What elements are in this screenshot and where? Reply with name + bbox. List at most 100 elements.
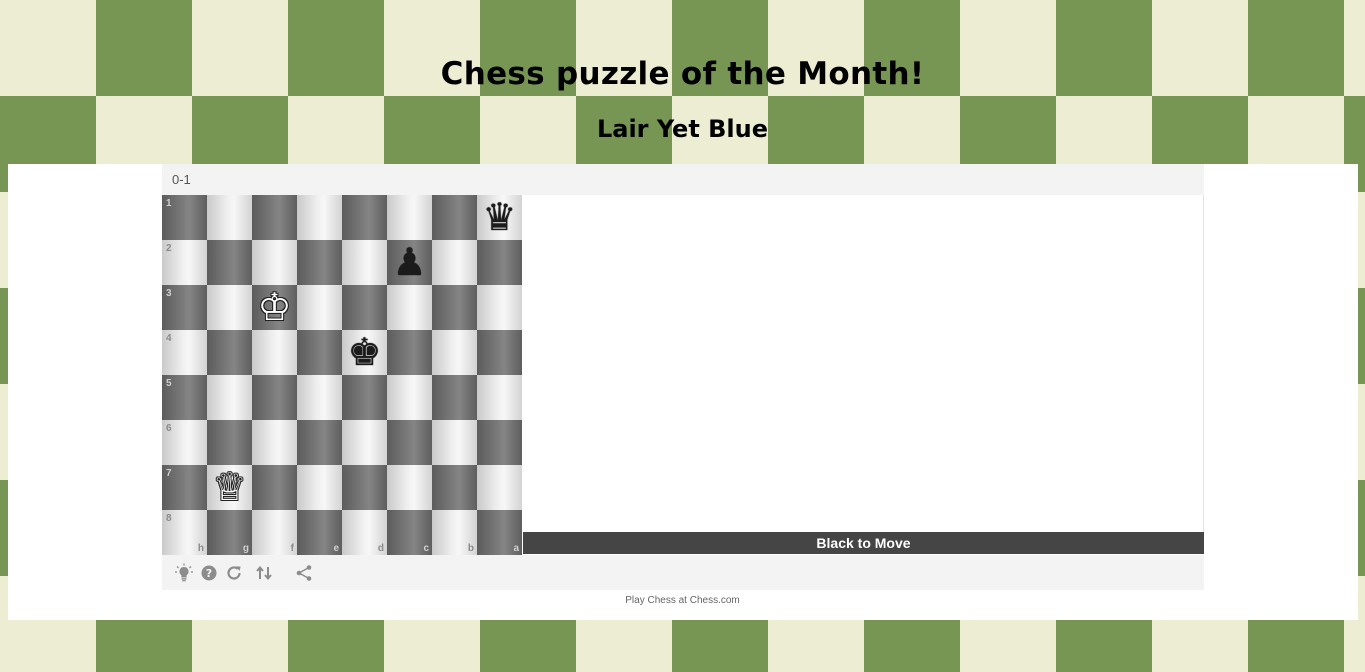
rank-label: 1	[166, 198, 172, 209]
square-g3[interactable]	[207, 285, 252, 330]
square-g2[interactable]	[207, 240, 252, 285]
square-d3[interactable]	[342, 285, 387, 330]
square-b4[interactable]	[432, 330, 477, 375]
chess-board[interactable]: 1 ♛ 2 ♟ 3 ♔ 4 ♚ 5 6 7 ♕ 8 h g f e d c b a	[162, 195, 522, 555]
chess-puzzle-widget: 0-1 1 ♛ 2 ♟ 3 ♔ 4 ♚ 5 6 7 ♕ 8 h g f e d c b a Black to Move …	[162, 164, 1204, 590]
square-e7[interactable]	[297, 465, 342, 510]
square-d7[interactable]	[342, 465, 387, 510]
square-f7[interactable]	[252, 465, 297, 510]
square-a7[interactable]	[477, 465, 522, 510]
square-e3[interactable]	[297, 285, 342, 330]
square-e5[interactable]	[297, 375, 342, 420]
square-c7[interactable]	[387, 465, 432, 510]
square-e1[interactable]	[297, 195, 342, 240]
square-f6[interactable]	[252, 420, 297, 465]
square-e6[interactable]	[297, 420, 342, 465]
square-f4[interactable]	[252, 330, 297, 375]
lightbulb-icon[interactable]	[174, 563, 194, 583]
square-c5[interactable]	[387, 375, 432, 420]
rank-label: 7	[166, 468, 172, 479]
rank-label: 2	[166, 243, 172, 254]
square-a8[interactable]: a	[477, 510, 522, 555]
square-h3[interactable]: 3	[162, 285, 207, 330]
flip-board-icon[interactable]	[254, 563, 274, 583]
widget-toolbar: ?	[162, 555, 1204, 590]
square-d6[interactable]	[342, 420, 387, 465]
square-f3[interactable]: ♔	[252, 285, 297, 330]
square-h7[interactable]: 7	[162, 465, 207, 510]
move-list	[522, 195, 1204, 532]
rank-label: 6	[166, 423, 172, 434]
square-h4[interactable]: 4	[162, 330, 207, 375]
file-label: h	[197, 543, 204, 554]
help-icon[interactable]: ?	[199, 563, 219, 583]
white-queen-icon[interactable]: ♕	[207, 465, 252, 510]
square-h2[interactable]: 2	[162, 240, 207, 285]
square-g1[interactable]	[207, 195, 252, 240]
square-f1[interactable]	[252, 195, 297, 240]
widget-header: 0-1	[162, 164, 1204, 196]
square-e8[interactable]: e	[297, 510, 342, 555]
square-b1[interactable]	[432, 195, 477, 240]
square-d2[interactable]	[342, 240, 387, 285]
square-b8[interactable]: b	[432, 510, 477, 555]
file-label: f	[290, 543, 294, 554]
square-e2[interactable]	[297, 240, 342, 285]
rank-label: 5	[166, 378, 172, 389]
square-f8[interactable]: f	[252, 510, 297, 555]
square-a3[interactable]	[477, 285, 522, 330]
square-g8[interactable]: g	[207, 510, 252, 555]
square-g6[interactable]	[207, 420, 252, 465]
black-queen-icon[interactable]: ♛	[477, 195, 522, 240]
share-icon[interactable]	[294, 563, 314, 583]
square-h6[interactable]: 6	[162, 420, 207, 465]
square-h1[interactable]: 1	[162, 195, 207, 240]
square-b5[interactable]	[432, 375, 477, 420]
square-d4[interactable]: ♚	[342, 330, 387, 375]
square-a2[interactable]	[477, 240, 522, 285]
square-b2[interactable]	[432, 240, 477, 285]
puzzle-name: Lair Yet Blue	[596, 115, 769, 143]
square-b7[interactable]	[432, 465, 477, 510]
square-h5[interactable]: 5	[162, 375, 207, 420]
page-title: Chess puzzle of the Month!	[440, 56, 925, 92]
square-f2[interactable]	[252, 240, 297, 285]
square-a5[interactable]	[477, 375, 522, 420]
file-label: a	[513, 543, 519, 554]
square-e4[interactable]	[297, 330, 342, 375]
rank-label: 4	[166, 333, 172, 344]
square-d1[interactable]	[342, 195, 387, 240]
reset-icon[interactable]	[224, 563, 244, 583]
side-to-move-banner: Black to Move	[523, 532, 1204, 554]
square-a4[interactable]	[477, 330, 522, 375]
square-c6[interactable]	[387, 420, 432, 465]
square-a6[interactable]	[477, 420, 522, 465]
square-c2[interactable]: ♟	[387, 240, 432, 285]
rank-label: 8	[166, 513, 172, 524]
square-h8[interactable]: 8h	[162, 510, 207, 555]
game-result: 0-1	[172, 172, 191, 187]
square-g4[interactable]	[207, 330, 252, 375]
square-g7[interactable]: ♕	[207, 465, 252, 510]
square-b6[interactable]	[432, 420, 477, 465]
square-c4[interactable]	[387, 330, 432, 375]
square-d5[interactable]	[342, 375, 387, 420]
white-king-icon[interactable]: ♔	[252, 285, 297, 330]
file-label: g	[242, 543, 249, 554]
square-c8[interactable]: c	[387, 510, 432, 555]
square-f5[interactable]	[252, 375, 297, 420]
footer-link[interactable]: Play Chess at Chess.com	[0, 595, 1365, 606]
black-king-icon[interactable]: ♚	[342, 330, 387, 375]
rank-label: 3	[166, 288, 172, 299]
black-pawn-icon[interactable]: ♟	[387, 240, 432, 285]
square-g5[interactable]	[207, 375, 252, 420]
file-label: b	[467, 543, 474, 554]
file-label: c	[423, 543, 429, 554]
svg-text:?: ?	[206, 567, 212, 580]
square-c3[interactable]	[387, 285, 432, 330]
square-d8[interactable]: d	[342, 510, 387, 555]
square-c1[interactable]	[387, 195, 432, 240]
file-label: e	[333, 543, 339, 554]
square-b3[interactable]	[432, 285, 477, 330]
square-a1[interactable]: ♛	[477, 195, 522, 240]
